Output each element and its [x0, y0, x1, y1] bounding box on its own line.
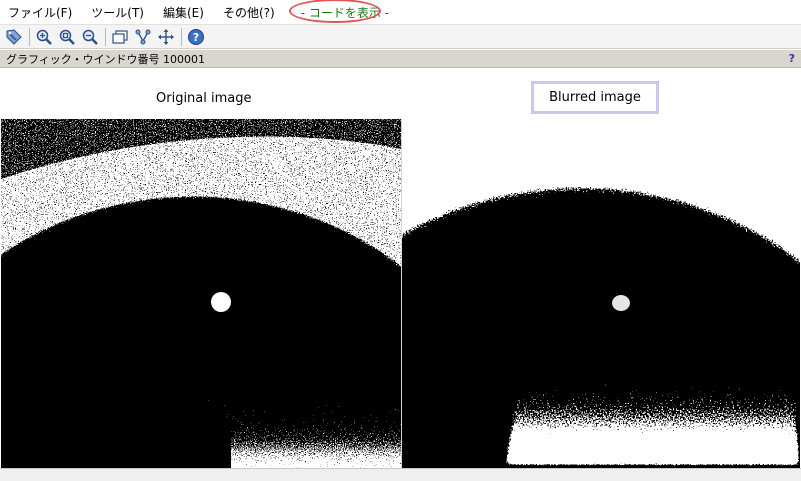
window-icon [112, 29, 128, 44]
zoom-reset-button[interactable] [56, 26, 78, 47]
toolbar: ? [0, 24, 801, 49]
help-mark-icon[interactable]: ? [789, 52, 795, 65]
toolbar-separator [181, 27, 182, 46]
figure-area: Original image Blurred image [0, 68, 801, 468]
svg-text:?: ? [193, 31, 199, 44]
zoom-reset-icon [59, 29, 75, 45]
window-button[interactable] [109, 26, 131, 47]
move-button[interactable] [155, 26, 177, 47]
pointer-icon [6, 28, 22, 45]
show-code-label: - コードを表示 - [300, 5, 389, 20]
move-icon [158, 28, 174, 45]
status-bar [0, 468, 801, 481]
blurred-image [402, 119, 800, 468]
menu-other[interactable]: その他(?) [216, 4, 275, 21]
help-icon: ? [188, 28, 204, 45]
toolbar-separator [29, 27, 30, 46]
help-button[interactable]: ? [185, 26, 207, 47]
graphic-window-title: グラフィック・ウインドウ番号 100001 [6, 52, 206, 66]
menu-file[interactable]: ファイル(F) [0, 4, 72, 21]
zoom-out-button[interactable] [79, 26, 101, 47]
graph-icon [135, 29, 151, 44]
show-code-button[interactable]: - コードを表示 - [288, 0, 399, 23]
zoom-out-icon [82, 29, 98, 45]
menu-bar: ファイル(F) ツール(T) 編集(E) その他(?) - コードを表示 - [0, 0, 801, 24]
blurred-image-label-box: Blurred image [531, 81, 659, 114]
menu-edit[interactable]: 編集(E) [156, 4, 204, 21]
original-image-label: Original image [156, 91, 252, 106]
graphic-window-title-bar: グラフィック・ウインドウ番号 100001 ? [0, 50, 801, 68]
graph-button[interactable] [132, 26, 154, 47]
pointer-button[interactable] [3, 26, 25, 47]
original-image [1, 119, 401, 468]
blurred-image-label: Blurred image [549, 90, 641, 105]
zoom-in-button[interactable] [33, 26, 55, 47]
menu-tools[interactable]: ツール(T) [84, 4, 144, 21]
toolbar-separator [105, 27, 106, 46]
zoom-in-icon [36, 29, 52, 45]
